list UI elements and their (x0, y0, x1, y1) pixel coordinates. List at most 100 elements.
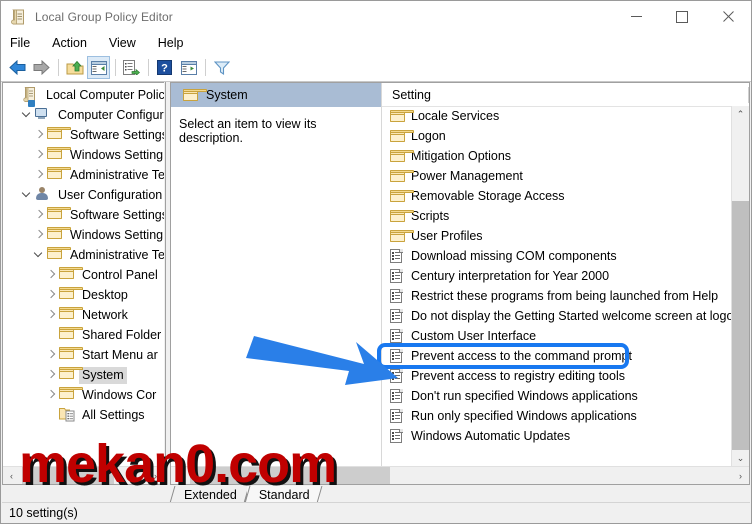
chevron-right-icon[interactable] (43, 387, 59, 403)
menu-item-action[interactable]: Action (52, 36, 87, 50)
folder-icon (47, 127, 71, 139)
help-button[interactable]: ? (153, 56, 176, 79)
tree-item-label: Software Settings (70, 207, 164, 222)
scroll-up-arrow[interactable]: ⌃ (732, 106, 749, 123)
svg-text:?: ? (161, 63, 168, 75)
tree-scroll-left-arrow[interactable]: ‹ (3, 471, 20, 481)
vscroll-thumb[interactable] (732, 201, 749, 450)
chevron-right-icon[interactable] (43, 347, 59, 363)
tree-horizontal-scrollbar[interactable]: ‹ › (3, 466, 164, 484)
chevron-right-icon[interactable] (31, 127, 47, 143)
tree-item-system[interactable]: System (3, 365, 164, 385)
chevron-right-icon[interactable] (43, 367, 59, 383)
list-hscroll-track[interactable] (188, 467, 732, 484)
all-settings-icon (59, 408, 75, 425)
tree-item-network[interactable]: Network (3, 305, 164, 325)
tree-scroll-right-arrow[interactable]: › (147, 471, 164, 481)
list-scroll-left-arrow[interactable]: ‹ (171, 471, 188, 481)
chevron-right-icon[interactable] (43, 267, 59, 283)
maximize-button[interactable] (659, 1, 705, 32)
settings-list-header: Setting (382, 83, 749, 107)
settings-list-row[interactable]: Locale Services (382, 106, 732, 126)
list-horizontal-scrollbar[interactable]: ‹ › (171, 466, 749, 484)
menu-item-file[interactable]: File (10, 36, 30, 50)
settings-list-row[interactable]: Prevent access to registry editing tools (382, 366, 732, 386)
filter-icon[interactable] (210, 56, 233, 79)
settings-list-row[interactable]: Century interpretation for Year 2000 (382, 266, 732, 286)
tree-item-windows-setting[interactable]: Windows Setting (3, 145, 164, 165)
settings-list-row[interactable]: Power Management (382, 166, 732, 186)
settings-list-row[interactable]: Mitigation Options (382, 146, 732, 166)
description-header: System (171, 83, 381, 107)
settings-list-row[interactable]: Logon (382, 126, 732, 146)
forward-button[interactable] (30, 56, 53, 79)
folder-icon (47, 207, 71, 219)
back-button[interactable] (6, 56, 29, 79)
settings-list-row[interactable]: Restrict these programs from being launc… (382, 286, 732, 306)
settings-list-row[interactable]: Scripts (382, 206, 732, 226)
settings-list-row[interactable]: Windows Automatic Updates (382, 426, 732, 446)
toolbar-separator (115, 59, 116, 76)
tree-item-administrative-te[interactable]: Administrative Te (3, 165, 164, 185)
show-hide-console-tree-button[interactable] (87, 56, 110, 79)
chevron-down-icon[interactable] (19, 107, 35, 123)
tree-item-desktop[interactable]: Desktop (3, 285, 164, 305)
tree-item-computer-configura[interactable]: Computer Configura (3, 100, 164, 125)
close-button[interactable] (705, 1, 751, 32)
tree-item-label: Desktop (82, 287, 128, 302)
tab-standard[interactable]: Standard (244, 486, 322, 503)
column-header-setting[interactable]: Setting (382, 88, 431, 102)
up-one-level-button[interactable] (63, 56, 86, 79)
chevron-right-icon[interactable] (31, 147, 47, 163)
chevron-right-icon[interactable] (31, 167, 47, 183)
list-scroll-right-arrow[interactable]: › (732, 471, 749, 481)
tree-item-software-settings[interactable]: Software Settings (3, 125, 164, 145)
console-tree[interactable]: Local Computer Policy Computer Configura S… (3, 85, 164, 467)
folder-icon (47, 147, 71, 159)
tree-item-control-panel[interactable]: Control Panel (3, 265, 164, 285)
tree-item-all-settings[interactable]: All Settings (3, 405, 164, 425)
settings-list-row[interactable]: Download missing COM components (382, 246, 732, 266)
tree-item-label: Software Settings (70, 127, 164, 142)
tree-item-windows-cor[interactable]: Windows Cor (3, 385, 164, 405)
chevron-right-icon[interactable] (31, 207, 47, 223)
window-title: Local Group Policy Editor (35, 9, 173, 24)
properties-button[interactable] (177, 56, 200, 79)
scroll-down-arrow[interactable]: ⌄ (732, 450, 749, 467)
settings-list-row[interactable]: Don't run specified Windows applications (382, 386, 732, 406)
tree-item-shared-folder[interactable]: Shared Folder (3, 325, 164, 345)
settings-list-row[interactable]: Prevent access to the command prompt (382, 346, 732, 366)
chevron-down-icon[interactable] (19, 187, 35, 203)
export-list-button[interactable] (120, 56, 143, 79)
settings-list-row[interactable]: Do not display the Getting Started welco… (382, 306, 732, 326)
menu-item-view[interactable]: View (109, 36, 136, 50)
folder-icon (390, 210, 414, 222)
list-hscroll-thumb[interactable] (190, 467, 390, 484)
column-divider[interactable] (748, 86, 749, 103)
tree-item-label: Administrative Te (70, 167, 164, 182)
policy-setting-icon (390, 249, 403, 263)
tree-item-user-configuration[interactable]: User Configuration (3, 185, 164, 205)
chevron-right-icon[interactable] (43, 287, 59, 303)
settings-list-row[interactable]: Run only specified Windows applications (382, 406, 732, 426)
chevron-right-icon[interactable] (31, 227, 47, 243)
tree-item-start-menu-ar[interactable]: Start Menu ar (3, 345, 164, 365)
menu-item-help[interactable]: Help (158, 36, 184, 50)
folder-icon (390, 110, 414, 122)
chevron-down-icon[interactable] (31, 247, 47, 263)
list-vertical-scrollbar[interactable]: ⌃ ⌄ (731, 106, 749, 467)
chevron-right-icon[interactable] (43, 307, 59, 323)
tree-item-administrative-te[interactable]: Administrative Te (3, 245, 164, 265)
settings-list[interactable]: Locale Services Logon Mitigation Options Po… (382, 106, 732, 467)
settings-list-row[interactable]: User Profiles (382, 226, 732, 246)
tree-item-software-settings[interactable]: Software Settings (3, 205, 164, 225)
minimize-button[interactable] (613, 1, 659, 32)
tab-extended[interactable]: Extended (169, 486, 250, 503)
tree-item-windows-setting[interactable]: Windows Setting (3, 225, 164, 245)
toolbar: ? (1, 54, 751, 82)
tree-hscroll-track[interactable] (20, 467, 147, 484)
tree-hscroll-thumb[interactable] (22, 467, 114, 484)
folder-icon (59, 327, 83, 339)
settings-list-row[interactable]: Custom User Interface (382, 326, 732, 346)
settings-list-row[interactable]: Removable Storage Access (382, 186, 732, 206)
